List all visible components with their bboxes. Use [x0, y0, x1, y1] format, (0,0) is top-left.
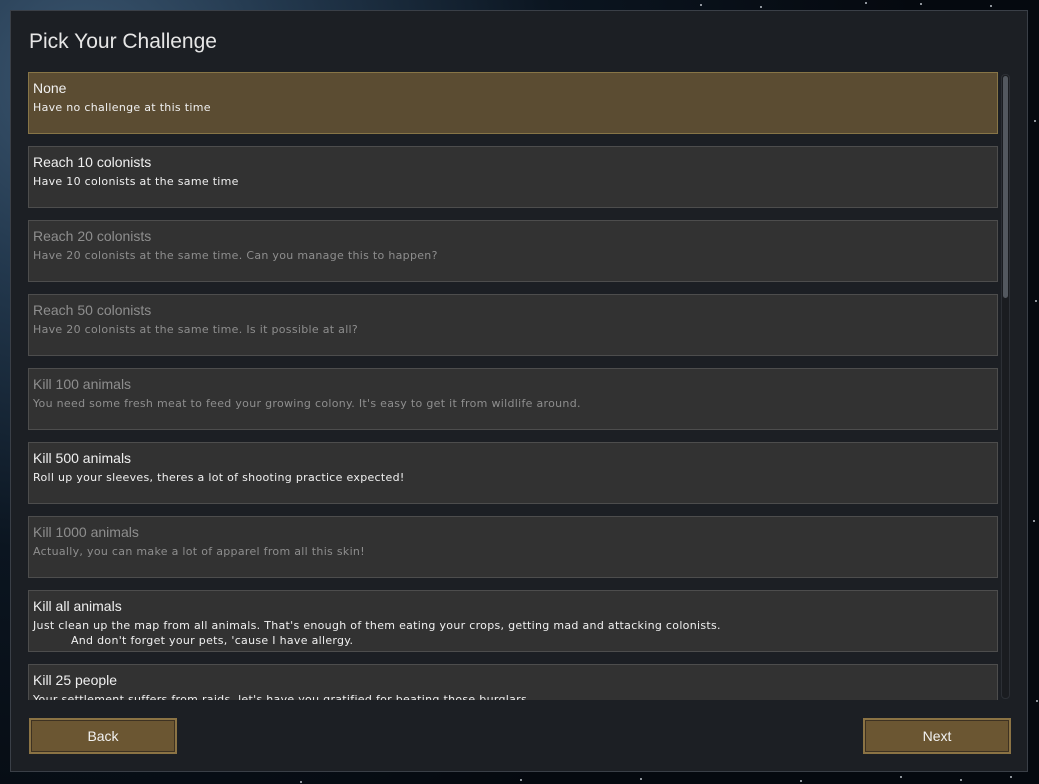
challenge-name: Kill 1000 animals — [33, 524, 139, 540]
challenge-name: Kill 100 animals — [33, 376, 132, 392]
challenge-item-reach-20-colonists[interactable]: Reach 20 colonists Have 20 colonists at … — [28, 220, 998, 282]
challenge-name: Kill all animals — [33, 598, 122, 614]
challenge-name: Reach 50 colonists — [33, 302, 152, 318]
challenge-item-kill-all-animals[interactable]: Kill all animals Just clean up the map f… — [28, 590, 998, 652]
challenge-item-none[interactable]: None Have no challenge at this time — [28, 72, 998, 134]
challenge-item-reach-10-colonists[interactable]: Reach 10 colonists Have 10 colonists at … — [28, 146, 998, 208]
challenge-name: Reach 20 colonists — [33, 228, 152, 244]
next-button[interactable]: Next — [863, 718, 1011, 754]
challenge-dialog: Pick Your Challenge None Have no challen… — [10, 10, 1028, 772]
challenge-description: Have 20 colonists at the same time. Can … — [33, 249, 438, 262]
challenge-name: None — [33, 80, 67, 96]
dialog-title: Pick Your Challenge — [29, 30, 217, 53]
challenge-name: Reach 10 colonists — [33, 154, 152, 170]
challenge-description: Actually, you can make a lot of apparel … — [33, 545, 365, 558]
challenge-name: Kill 25 people — [33, 672, 118, 688]
scrollbar-thumb[interactable] — [1003, 76, 1008, 298]
challenge-description: Have 20 colonists at the same time. Is i… — [33, 323, 359, 336]
challenge-item-kill-25-people[interactable]: Kill 25 people Your settlement suffers f… — [28, 664, 998, 700]
challenge-name: Kill 500 animals — [33, 450, 132, 466]
challenge-item-kill-1000-animals[interactable]: Kill 1000 animals Actually, you can make… — [28, 516, 998, 578]
challenge-description: You need some fresh meat to feed your gr… — [33, 397, 581, 410]
back-button[interactable]: Back — [29, 718, 177, 754]
challenge-item-kill-500-animals[interactable]: Kill 500 animals Roll up your sleeves, t… — [28, 442, 998, 504]
challenge-item-reach-50-colonists[interactable]: Reach 50 colonists Have 20 colonists at … — [28, 294, 998, 356]
challenge-description: Roll up your sleeves, theres a lot of sh… — [33, 471, 405, 484]
challenge-description: Have 10 colonists at the same time — [33, 175, 239, 188]
challenge-list: None Have no challenge at this time Reac… — [28, 72, 998, 700]
list-scrollbar[interactable] — [1001, 74, 1010, 699]
challenge-item-kill-100-animals[interactable]: Kill 100 animals You need some fresh mea… — [28, 368, 998, 430]
challenge-description: Just clean up the map from all animals. … — [33, 619, 721, 647]
challenge-description: Have no challenge at this time — [33, 101, 211, 114]
challenge-description: Your settlement suffers from raids, let'… — [33, 693, 528, 700]
